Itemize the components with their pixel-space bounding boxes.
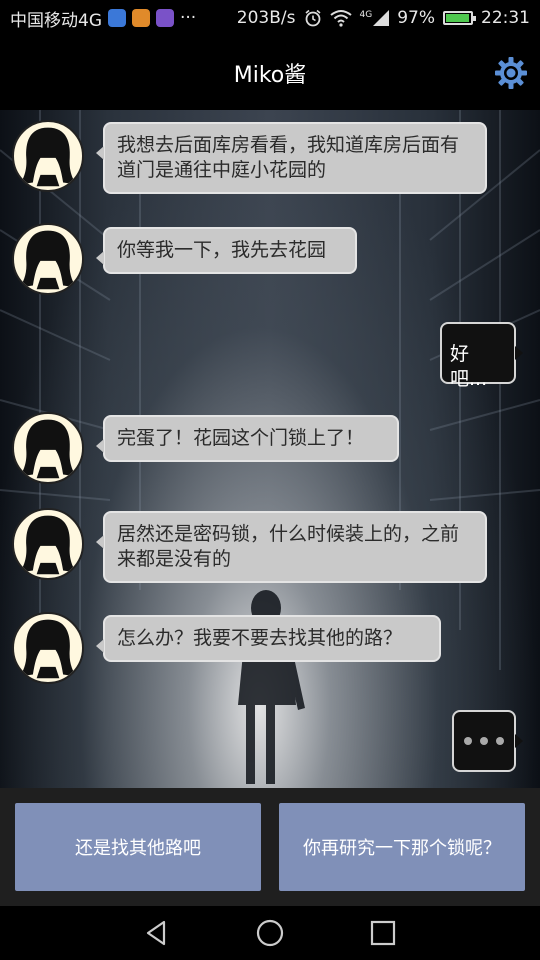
page-title: Miko酱 (233, 63, 307, 88)
message-text: 完蛋了！花园这个门锁上了！ (117, 427, 365, 449)
message-bubble: 我想去后面库房看看，我知道库房后面有道门是通往中庭小花园的 (96, 122, 487, 194)
typing-dot (496, 737, 504, 745)
message-text: 怎么办？我要不要去找其他的路？ (117, 627, 403, 649)
choice-button-1[interactable]: 还是找其他路吧 (15, 803, 261, 891)
network-type: 4G (359, 10, 373, 20)
app-notification-icon (108, 9, 126, 27)
recents-icon[interactable] (368, 918, 398, 948)
message-text: 好吧... (450, 343, 488, 390)
typing-dot (464, 737, 472, 745)
clock: 22:31 (481, 8, 530, 28)
message-bubble: 怎么办？我要不要去找其他的路？ (96, 615, 441, 662)
message-text: 你等我一下，我先去花园 (117, 239, 327, 261)
network-speed: 203B/s (236, 8, 296, 28)
message-bubble: 居然还是密码锁，什么时候装上的，之前来都是没有的 (96, 511, 487, 583)
choice-label: 你再研究一下那个锁呢？ (303, 838, 501, 859)
typing-dot (480, 737, 488, 745)
choice-label: 还是找其他路吧 (75, 838, 201, 859)
avatar[interactable] (12, 412, 84, 484)
avatar[interactable] (12, 508, 84, 580)
avatar[interactable] (12, 120, 84, 192)
system-nav-bar (0, 906, 540, 960)
message-bubble: 你等我一下，我先去花园 (96, 227, 357, 274)
message-text: 我想去后面库房看看，我知道库房后面有道门是通往中庭小花园的 (117, 134, 460, 181)
chat-area[interactable]: 我想去后面库房看看，我知道库房后面有道门是通往中庭小花园的 你等我一下，我先去花… (0, 110, 540, 788)
avatar[interactable] (12, 612, 84, 684)
carrier-label: 中国移动4G (10, 10, 102, 31)
app-notification-icon (132, 9, 150, 27)
choice-button-2[interactable]: 你再研究一下那个锁呢？ (279, 803, 525, 891)
message-bubble: 完蛋了！花园这个门锁上了！ (96, 415, 399, 462)
signal-icon: 4G (360, 10, 390, 26)
gear-icon[interactable] (494, 56, 528, 90)
back-icon[interactable] (142, 918, 172, 948)
message-bubble-self: 好吧... (440, 322, 523, 390)
avatar[interactable] (12, 223, 84, 295)
header: Miko酱 (0, 36, 540, 110)
battery-fill (446, 14, 470, 22)
alarm-icon (304, 9, 321, 27)
wifi-icon (329, 10, 352, 27)
more-notifications-icon: ··· (180, 8, 197, 28)
battery-icon (443, 11, 476, 25)
home-icon[interactable] (255, 918, 285, 948)
app-notification-icon (156, 9, 174, 27)
typing-indicator (452, 710, 523, 772)
reply-choices: 还是找其他路吧 你再研究一下那个锁呢？ (0, 788, 540, 906)
message-text: 居然还是密码锁，什么时候装上的，之前来都是没有的 (117, 523, 460, 570)
battery-percent: 97% (397, 8, 435, 28)
status-bar: 中国移动4G ··· 203B/s 4G 97% 22:31 (0, 0, 540, 36)
